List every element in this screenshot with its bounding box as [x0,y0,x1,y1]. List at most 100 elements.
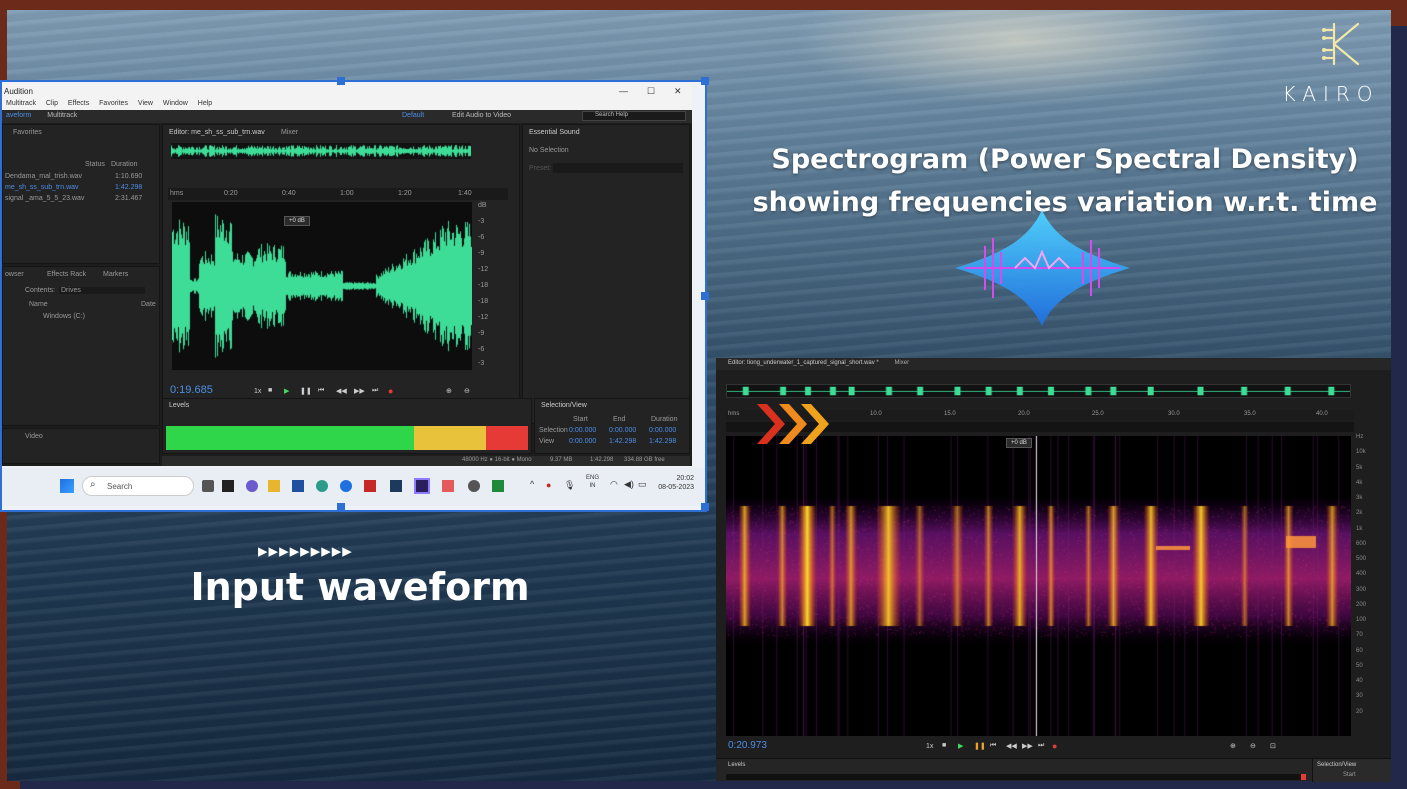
waveform-canvas[interactable] [172,202,472,370]
sv-selection-start[interactable]: 0:00.000 [569,427,596,434]
wifi-icon[interactable]: ◠ [610,479,618,490]
sp-zoom-out-icon[interactable]: ⊖ [1250,742,1256,750]
sp-go-to-start-button[interactable]: ⏮ [990,742,996,750]
mcafee-icon[interactable] [364,480,376,492]
volume-hud[interactable]: +0 dB [284,216,310,226]
preset-select[interactable] [553,163,683,173]
spectrogram-mixer-tab[interactable]: Mixer [894,360,909,366]
drive-windows-c[interactable]: Windows (C:) [43,313,85,320]
sv-selection-duration[interactable]: 0:00.000 [649,427,676,434]
play-button[interactable]: ▶ [284,387,289,395]
menu-help[interactable]: Help [198,100,212,107]
spectrogram-editor-tab[interactable]: Editor: tiong_underwater_1_captured_sign… [728,360,879,366]
go-to-start-button[interactable]: ⏮ [318,387,324,395]
contents-label: Contents: [25,287,55,294]
minimize-icon[interactable]: — [619,86,628,96]
battery-icon[interactable]: ▭ [638,479,647,490]
spectrogram-canvas[interactable] [726,436,1351,736]
rewind-button[interactable]: ◀◀ [336,387,347,395]
tab-effects-rack[interactable]: Effects Rack [47,271,86,278]
task-view-icon[interactable] [202,480,214,492]
edge-icon[interactable] [316,480,328,492]
resize-handle-right[interactable] [701,292,709,300]
fast-forward-button[interactable]: ▶▶ [354,387,365,395]
tray-antivirus-icon[interactable]: ● [546,480,551,490]
editor-tab[interactable]: Editor: me_sh_ss_sub_trn.wav [169,129,265,136]
playback-speed[interactable]: 1x [254,388,261,395]
sp-play-button[interactable]: ▶ [958,742,963,750]
multitrack-view-tab[interactable]: Multitrack [47,112,77,119]
sp-rewind-button[interactable]: ◀◀ [1006,742,1017,750]
selection-view-title: Selection/View [541,402,587,409]
menu-clip[interactable]: Clip [46,100,58,107]
windows-start-icon[interactable] [60,479,74,493]
resize-handle-top[interactable] [337,77,345,85]
spectrogram-overview[interactable] [726,384,1351,398]
sp-go-to-end-button[interactable]: ⏭ [1038,742,1044,750]
language-indicator[interactable]: ENG IN [586,474,599,490]
tab-markers[interactable]: Markers [103,271,128,278]
frequency-label: 400 [1356,571,1367,578]
chat-icon[interactable] [246,480,258,492]
excel-icon[interactable] [492,480,504,492]
sp-playback-speed[interactable]: 1x [926,743,933,750]
file-row-1-name[interactable]: Dendama_mal_trish.wav [5,173,82,180]
spectrogram-volume-hud[interactable]: +0 dB [1006,438,1032,448]
menu-favorites[interactable]: Favorites [99,100,128,107]
chevron-arrows-icon [757,404,829,444]
menu-window[interactable]: Window [163,100,188,107]
menu-view[interactable]: View [138,100,153,107]
sp-ruler-0: hms [728,411,740,417]
maximize-icon[interactable]: ☐ [647,86,655,97]
sv-selection-end[interactable]: 0:00.000 [609,427,636,434]
status-bar: 48000 Hz ● 16-bit ● Mono 9.37 MB 1:42.29… [162,456,690,466]
workspace-default[interactable]: Default [402,112,424,119]
contents-select[interactable]: Drives [59,287,145,294]
menu-multitrack[interactable]: Multitrack [6,100,36,107]
resize-handle-top-right[interactable] [701,77,709,85]
mixer-tab[interactable]: Mixer [281,129,298,136]
sv-view-duration[interactable]: 1:42.298 [649,438,676,445]
resize-handle-bottom[interactable] [337,503,345,511]
taskbar-search[interactable]: Search [82,476,194,496]
menu-effects[interactable]: Effects [68,100,89,107]
volume-icon[interactable]: ◀) [624,479,634,490]
go-to-end-button[interactable]: ⏭ [372,387,378,395]
frequency-label: 600 [1356,540,1367,547]
file-row-2-duration: 1:42.298 [115,184,143,191]
audition-taskbar-icon[interactable] [414,478,430,494]
clock[interactable]: 20:02 08-05-2023 [654,474,694,492]
sp-pause-button[interactable]: ❚❚ [974,742,986,750]
waveform-display[interactable]: +0 dB [172,202,472,370]
tray-mic-icon[interactable]: 🎙 [564,480,575,491]
settings-gear-icon[interactable] [468,480,480,492]
file-row-2-name[interactable]: me_sh_ss_sub_trn.wav [5,184,79,191]
stop-button[interactable]: ■ [268,387,272,394]
close-icon[interactable]: ✕ [674,86,682,97]
sp-zoom-full-icon[interactable]: ⊡ [1270,742,1276,750]
file-row-3-name[interactable]: signal _ama_5_5_23.wav [5,195,84,202]
app-icon-dark[interactable] [390,480,402,492]
waveform-overview[interactable] [171,143,471,159]
record-button[interactable]: ● [388,386,393,396]
sp-record-button[interactable]: ● [1052,741,1057,751]
app-icon-red[interactable] [442,480,454,492]
zoom-in-amplitude-icon[interactable]: ⊕ [446,387,452,395]
widgets-icon[interactable] [222,480,234,492]
tray-chevron-up-icon[interactable]: ^ [530,479,534,489]
edit-audio-to-video[interactable]: Edit Audio to Video [452,112,511,119]
help-icon[interactable] [340,480,352,492]
zoom-out-amplitude-icon[interactable]: ⊖ [464,387,470,395]
waveform-view-tab[interactable]: aveform [6,112,31,119]
sv-view-start[interactable]: 0:00.000 [569,438,596,445]
sp-stop-button[interactable]: ■ [942,742,946,749]
app-icon-blue[interactable] [292,480,304,492]
pause-button[interactable]: ❚❚ [300,387,312,395]
sp-zoom-in-icon[interactable]: ⊕ [1230,742,1236,750]
resize-handle-bottom-right[interactable] [701,503,709,511]
sp-fast-forward-button[interactable]: ▶▶ [1022,742,1033,750]
file-explorer-icon[interactable] [268,480,280,492]
tab-media-browser[interactable]: owser [5,271,24,278]
sv-view-end[interactable]: 1:42.298 [609,438,636,445]
search-help-input[interactable]: Search Help [582,111,686,121]
